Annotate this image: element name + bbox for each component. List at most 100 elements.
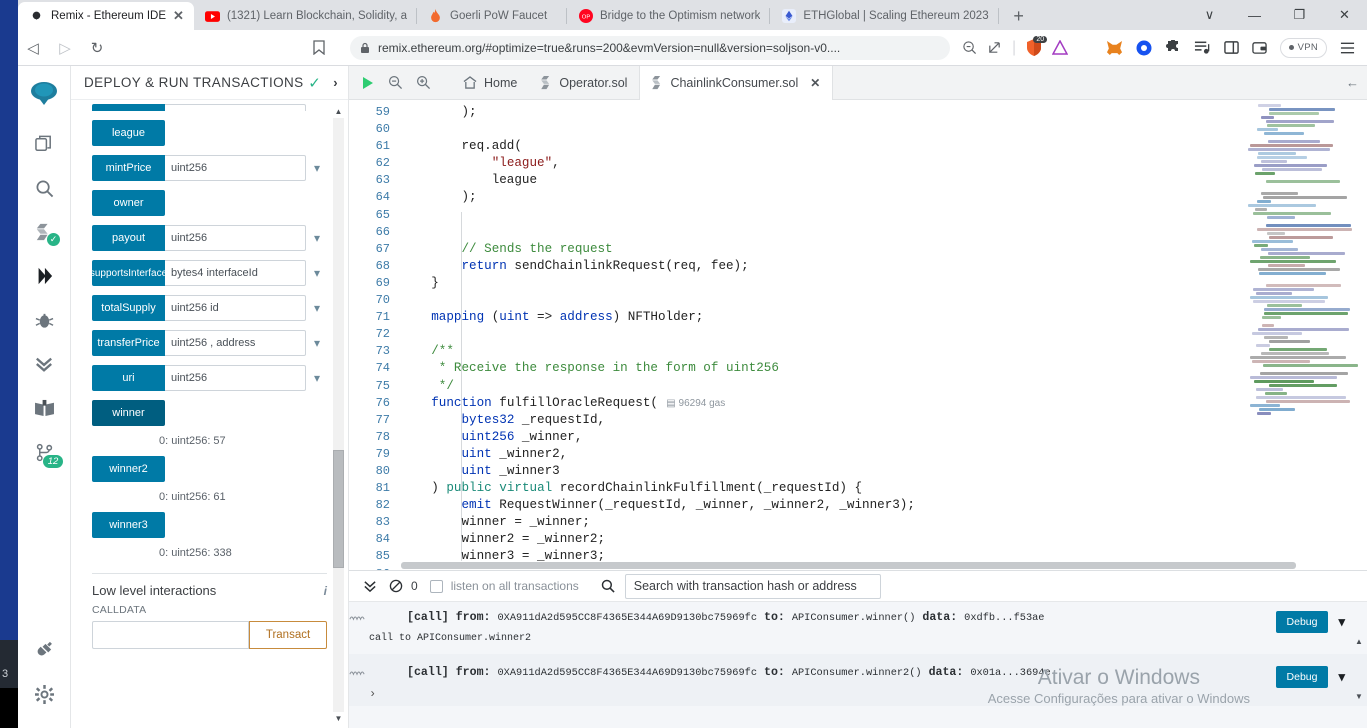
code-line[interactable]: * Receive the response in the form of ui… bbox=[401, 360, 1367, 377]
terminal-scrollbar[interactable]: ▲ ▼ bbox=[1353, 635, 1365, 726]
editor-hscroll-thumb[interactable] bbox=[401, 562, 1296, 569]
code-line[interactable] bbox=[401, 121, 1367, 138]
run-script-icon[interactable] bbox=[353, 69, 381, 97]
code-line[interactable]: ); bbox=[401, 189, 1367, 206]
share-icon[interactable] bbox=[987, 40, 1002, 55]
sidebar-icon[interactable] bbox=[1223, 40, 1239, 55]
reload-button[interactable]: ↻ bbox=[82, 33, 112, 63]
function-input-transferPrice[interactable]: uint256 , address bbox=[165, 330, 306, 356]
code-line[interactable]: function fulfillOracleRequest( ▤ 96294 g… bbox=[401, 395, 1367, 412]
no-entry-icon[interactable] bbox=[383, 573, 409, 599]
table-row[interactable]: [call] from: 0XA911dA2d595CC8F4365E344A6… bbox=[349, 654, 1367, 706]
code-line[interactable]: // Sends the request bbox=[401, 241, 1367, 258]
calldata-input[interactable] bbox=[92, 621, 249, 649]
expand-editor-icon[interactable]: ← bbox=[1346, 75, 1367, 90]
deploy-run-icon[interactable] bbox=[24, 256, 64, 296]
chevron-double-down-icon[interactable] bbox=[357, 573, 383, 599]
code-line[interactable]: uint256 _winner, bbox=[401, 429, 1367, 446]
function-button-owner[interactable]: owner bbox=[92, 190, 165, 216]
function-input-mintPrice[interactable]: uint256 bbox=[165, 155, 306, 181]
code-line[interactable]: mapping (uint => address) NFTHolder; bbox=[401, 309, 1367, 326]
function-input-payout[interactable]: uint256 bbox=[165, 225, 306, 251]
code-line[interactable]: "league", bbox=[401, 155, 1367, 172]
info-icon[interactable]: i bbox=[324, 584, 327, 598]
brave-rewards-icon[interactable] bbox=[1052, 40, 1069, 55]
browser-tab-remix[interactable]: Remix - Ethereum IDE ✕ bbox=[18, 2, 194, 30]
code-line[interactable]: return sendChainlinkRequest(req, fee); bbox=[401, 258, 1367, 275]
scroll-down-arrow-icon[interactable]: ▼ bbox=[333, 713, 344, 724]
puzzle-icon[interactable] bbox=[1165, 39, 1181, 56]
browser-tab-youtube[interactable]: (1321) Learn Blockchain, Solidity, a bbox=[193, 2, 417, 30]
solidity-analyzer-icon[interactable] bbox=[24, 344, 64, 384]
code-line[interactable]: */ bbox=[401, 378, 1367, 395]
function-button-supportsInterface[interactable]: supportsInterface bbox=[92, 260, 165, 286]
chevron-down-icon[interactable]: ▾ bbox=[306, 155, 328, 181]
docs-icon[interactable] bbox=[24, 388, 64, 428]
code-line[interactable] bbox=[401, 224, 1367, 241]
function-button-league[interactable]: league bbox=[92, 120, 165, 146]
editor-horizontal-scrollbar[interactable] bbox=[401, 561, 1296, 570]
chevron-down-icon[interactable]: ▾ bbox=[306, 295, 328, 321]
code-line[interactable]: ); bbox=[401, 104, 1367, 121]
code-line[interactable]: /** bbox=[401, 343, 1367, 360]
new-tab-button[interactable]: + bbox=[1005, 2, 1033, 30]
brave-icon[interactable] bbox=[1136, 40, 1152, 56]
close-icon[interactable]: ✕ bbox=[810, 76, 820, 90]
browser-tab-ethglobal[interactable]: ETHGlobal | Scaling Ethereum 2023 bbox=[770, 2, 999, 30]
chevron-down-icon[interactable]: ▾ bbox=[306, 330, 328, 356]
code-line[interactable]: ) public virtual recordChainlinkFulfillm… bbox=[401, 480, 1367, 497]
close-window-button[interactable]: ✕ bbox=[1322, 0, 1367, 30]
back-button[interactable]: ◁ bbox=[18, 33, 48, 63]
forward-button[interactable]: ▷ bbox=[50, 33, 80, 63]
chevron-down-icon[interactable]: ▾ bbox=[1338, 669, 1345, 685]
browser-tab-goerli[interactable]: Goerli PoW Faucet bbox=[417, 2, 567, 30]
function-button-winner[interactable]: winner bbox=[92, 400, 165, 426]
debugger-icon[interactable] bbox=[24, 300, 64, 340]
scroll-up-arrow-icon[interactable]: ▲ bbox=[1353, 635, 1365, 647]
editor-tab-home[interactable]: Home bbox=[451, 66, 529, 100]
table-row[interactable]: [call] from: 0XA911dA2d595CC8F4365E344A6… bbox=[349, 602, 1367, 654]
function-button-payout[interactable]: payout bbox=[92, 225, 165, 251]
debug-button[interactable]: Debug bbox=[1275, 611, 1329, 633]
hamburger-icon[interactable] bbox=[1340, 41, 1355, 55]
plugin-manager-icon[interactable] bbox=[24, 630, 64, 670]
remix-home-icon[interactable] bbox=[24, 74, 64, 114]
panel-scroll-track[interactable] bbox=[333, 118, 344, 712]
code-line[interactable]: emit RequestWinner(_requestId, _winner, … bbox=[401, 497, 1367, 514]
code-line[interactable]: winner = _winner; bbox=[401, 514, 1367, 531]
function-button-totalSupply[interactable]: totalSupply bbox=[92, 295, 165, 321]
tab-search-dropdown-icon[interactable]: ∨ bbox=[1187, 0, 1232, 30]
code-content[interactable]: ); req.add( "league", league ); // Sends… bbox=[401, 100, 1367, 570]
panel-expand-icon[interactable]: › bbox=[333, 75, 338, 90]
function-input-supportsInterface[interactable]: bytes4 interfaceId bbox=[165, 260, 306, 286]
listen-all-transactions-checkbox[interactable] bbox=[429, 579, 443, 593]
zoom-out-icon[interactable] bbox=[962, 40, 977, 55]
clipped-function-input[interactable] bbox=[165, 104, 306, 111]
address-bar[interactable]: remix.ethereum.org/#optimize=true&runs=2… bbox=[350, 35, 950, 60]
function-button-mintPrice[interactable]: mintPrice bbox=[92, 155, 165, 181]
function-button-winner2[interactable]: winner2 bbox=[92, 456, 165, 482]
editor-tab-chainlinkconsumer[interactable]: ChainlinkConsumer.sol ✕ bbox=[639, 65, 834, 100]
code-line[interactable]: req.add( bbox=[401, 138, 1367, 155]
browser-tab-optimism[interactable]: OP Bridge to the Optimism network bbox=[567, 2, 771, 30]
editor-tab-operator[interactable]: Operator.sol bbox=[529, 66, 639, 100]
code-line[interactable]: winner2 = _winner2; bbox=[401, 531, 1367, 548]
code-line[interactable] bbox=[401, 326, 1367, 343]
bookmark-icon[interactable] bbox=[304, 33, 334, 63]
scroll-up-arrow-icon[interactable]: ▲ bbox=[333, 106, 344, 117]
code-line[interactable]: bytes32 _requestId, bbox=[401, 412, 1367, 429]
chevron-down-icon[interactable]: ▾ bbox=[306, 365, 328, 391]
solidity-compiler-icon[interactable]: ✓ bbox=[24, 212, 64, 252]
zoom-in-icon[interactable] bbox=[409, 69, 437, 97]
clipped-function-button[interactable] bbox=[92, 104, 165, 111]
terminal-log-list[interactable]: [call] from: 0XA911dA2d595CC8F4365E344A6… bbox=[349, 602, 1367, 728]
code-line[interactable]: uint _winner2, bbox=[401, 446, 1367, 463]
playlist-icon[interactable] bbox=[1194, 40, 1211, 55]
code-line[interactable]: uint _winner3 bbox=[401, 463, 1367, 480]
wallet-icon[interactable] bbox=[1251, 40, 1267, 55]
chevron-down-icon[interactable] bbox=[306, 104, 328, 111]
code-editor[interactable]: 59 60 61 62 63 64 65 66 67 68 69 70 71 72 73 74 75 76 77 78… bbox=[349, 100, 1367, 570]
code-line[interactable] bbox=[401, 207, 1367, 224]
chevron-down-icon[interactable]: ▾ bbox=[1338, 614, 1345, 630]
chevron-down-icon[interactable]: ▾ bbox=[306, 260, 328, 286]
